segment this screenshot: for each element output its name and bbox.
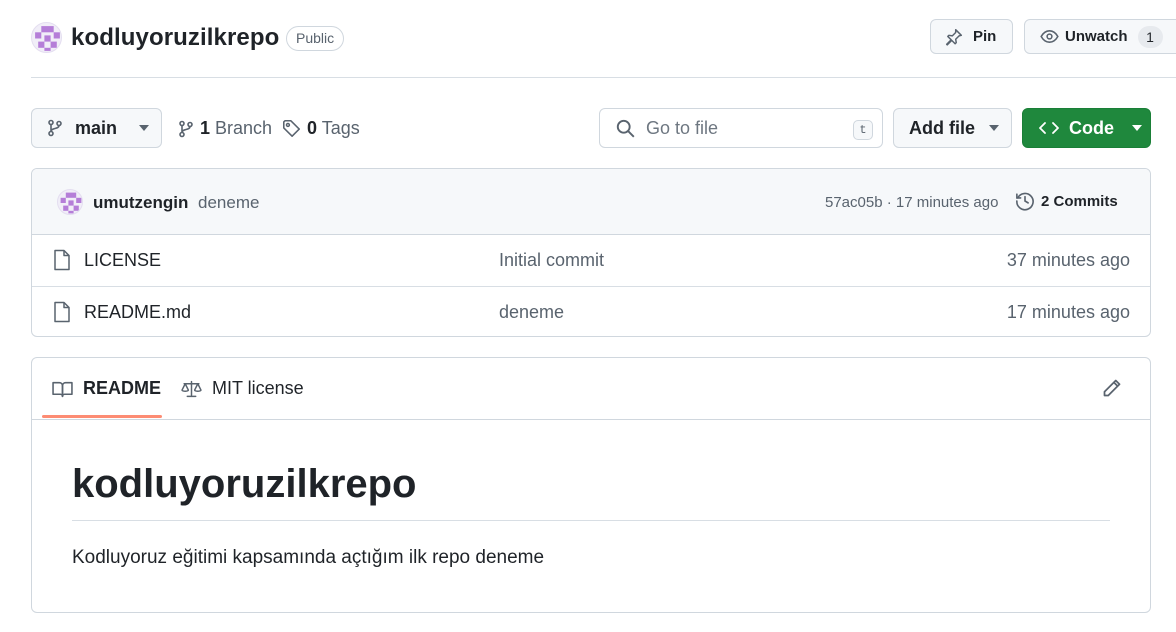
owner-avatar[interactable] [31, 22, 62, 53]
file-row[interactable]: README.md deneme 17 minutes ago [32, 286, 1150, 336]
active-tab-indicator [42, 415, 162, 418]
tag-icon [282, 119, 301, 138]
pin-button[interactable]: Pin [930, 19, 1013, 54]
tag-count-label: Tags [321, 118, 360, 138]
tab-license-label: MIT license [212, 378, 304, 398]
chevron-down-icon [139, 125, 150, 131]
chevron-down-icon [1132, 125, 1142, 131]
pin-label: Pin [973, 28, 997, 45]
tab-readme[interactable]: README [52, 378, 161, 399]
file-icon [53, 301, 71, 323]
add-file-button[interactable]: Add file [893, 108, 1012, 148]
branch-count-label: Branch [215, 118, 273, 138]
commit-author[interactable]: umutzengin [93, 193, 188, 213]
watch-count: 1 [1137, 25, 1163, 48]
tags-link[interactable]: 0 Tags [282, 118, 360, 139]
code-icon [1039, 120, 1059, 136]
tab-readme-label: README [83, 378, 162, 398]
heading-divider [72, 520, 1110, 521]
git-branch-icon [178, 120, 194, 138]
readme-body: Kodluyoruz eğitimi kapsamında açtığım il… [72, 547, 545, 568]
readme-heading: kodluyoruzilkrepo [72, 462, 417, 506]
readme-panel: README MIT license kodluyoruzilkrepo Kod… [31, 357, 1151, 613]
pin-icon [945, 28, 963, 46]
git-branch-icon [47, 119, 63, 137]
book-icon [52, 380, 73, 398]
file-name[interactable]: README.md [84, 302, 191, 323]
chevron-down-icon [989, 125, 999, 131]
repo-name[interactable]: kodluyoruzilkrepo [71, 24, 279, 52]
file-updated-time: 17 minutes ago [1006, 302, 1130, 322]
code-button[interactable]: Code [1022, 108, 1151, 148]
author-avatar[interactable] [57, 189, 83, 215]
branch-selector[interactable]: main [31, 108, 162, 148]
tab-mit-license[interactable]: MIT license [181, 378, 304, 399]
add-file-label: Add file [909, 117, 975, 138]
commit-hash-time[interactable]: 57ac05b · 17 minutes ago [825, 194, 998, 211]
branches-link[interactable]: 1 Branch [178, 118, 272, 139]
visibility-badge: Public [286, 26, 345, 51]
unwatch-label: Unwatch [1065, 28, 1128, 45]
file-name[interactable]: LICENSE [84, 250, 161, 271]
history-icon [1015, 191, 1035, 211]
latest-commit-bar: umutzengin deneme 57ac05b · 17 minutes a… [32, 169, 1150, 235]
tag-count: 0 [307, 118, 318, 138]
eye-icon [1040, 27, 1059, 46]
commits-label: 2 Commits [1041, 192, 1118, 210]
edit-readme-button[interactable] [1102, 378, 1122, 398]
code-label: Code [1069, 117, 1114, 138]
file-commit-message[interactable]: deneme [499, 302, 564, 323]
search-input[interactable] [646, 117, 836, 139]
unwatch-button[interactable]: Unwatch 1 [1024, 19, 1176, 54]
pencil-icon [1102, 378, 1122, 398]
commits-history-link[interactable]: 2 Commits [1015, 191, 1118, 211]
file-updated-time: 37 minutes ago [1006, 250, 1130, 270]
go-to-file-search[interactable]: t [599, 108, 883, 148]
file-icon [53, 249, 71, 271]
file-list: umutzengin deneme 57ac05b · 17 minutes a… [31, 168, 1151, 337]
repo-header: kodluyoruzilkrepo Public Pin Unwatch 1 [0, 0, 1176, 78]
readme-tabs: README MIT license [32, 358, 1150, 420]
branch-name: main [75, 117, 118, 138]
commit-message[interactable]: deneme [198, 193, 259, 213]
branch-count: 1 [200, 118, 211, 138]
file-commit-message[interactable]: Initial commit [499, 250, 604, 271]
shortcut-hint: t [853, 120, 873, 140]
file-row[interactable]: LICENSE Initial commit 37 minutes ago [32, 235, 1150, 286]
law-icon [181, 380, 202, 398]
search-icon [616, 119, 635, 138]
